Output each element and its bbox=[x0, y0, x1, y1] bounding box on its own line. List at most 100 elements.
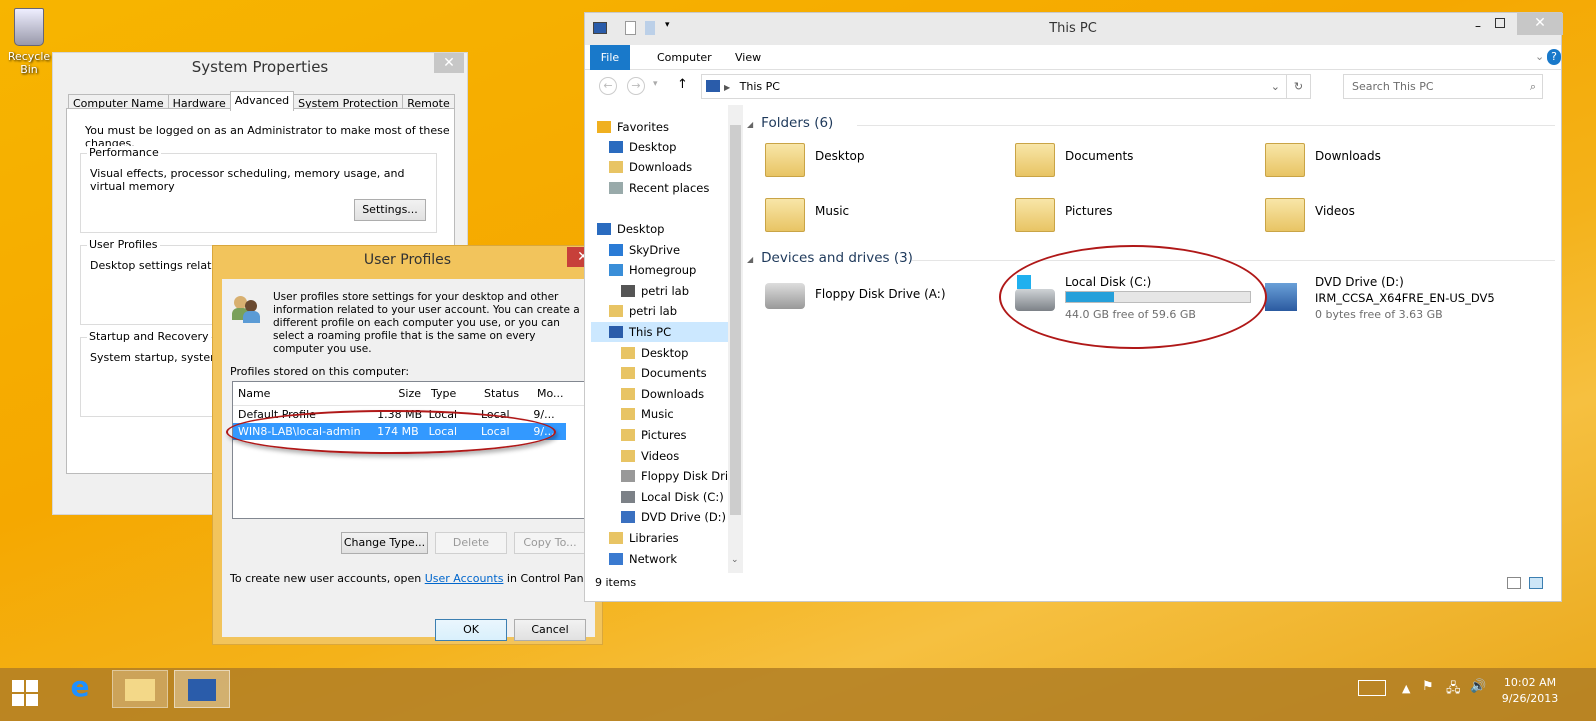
folder-pictures[interactable]: Pictures bbox=[1015, 194, 1255, 238]
tab-advanced[interactable]: Advanced bbox=[229, 91, 295, 111]
up-button[interactable]: ↑ bbox=[677, 77, 688, 92]
sidebar-item-favorites[interactable]: Favorites bbox=[597, 117, 669, 137]
sidebar-item-label: Desktop bbox=[629, 140, 677, 154]
homegroup-icon bbox=[609, 264, 623, 276]
drive-floppy[interactable]: Floppy Disk Drive (A:) bbox=[765, 275, 1005, 319]
nav-scrollbar[interactable]: ⌄ bbox=[728, 105, 743, 573]
address-dropdown-icon[interactable]: ⌄ bbox=[1271, 75, 1280, 98]
sidebar-item-desktop[interactable]: Desktop bbox=[609, 137, 676, 157]
close-button[interactable]: ✕ bbox=[1517, 13, 1563, 35]
back-button[interactable]: ← bbox=[599, 77, 617, 95]
tab-computer[interactable]: Computer bbox=[647, 45, 722, 70]
folder-downloads[interactable]: Downloads bbox=[1265, 139, 1505, 183]
large-icons-view-icon[interactable] bbox=[1529, 577, 1543, 589]
address-bar[interactable]: ▶ This PC ⌄ ↻ bbox=[701, 74, 1311, 99]
sidebar-item-documents[interactable]: Documents bbox=[621, 363, 707, 383]
sidebar-item-label: petri lab bbox=[629, 304, 678, 318]
clock[interactable]: 10:02 AM 9/26/2013 bbox=[1500, 676, 1560, 705]
window-title: This PC bbox=[1049, 21, 1097, 36]
scrollbar-thumb[interactable] bbox=[730, 125, 741, 515]
sidebar-item-desktop[interactable]: Desktop bbox=[597, 219, 664, 239]
star-icon bbox=[597, 121, 611, 133]
sidebar-item-local-disk-c-[interactable]: Local Disk (C:) bbox=[621, 487, 724, 507]
performance-settings-button[interactable]: Settings... bbox=[354, 199, 426, 221]
sidebar-item-skydrive[interactable]: SkyDrive bbox=[609, 240, 680, 260]
sidebar-item-pictures[interactable]: Pictures bbox=[621, 425, 687, 445]
sidebar-item-desktop[interactable]: Desktop bbox=[621, 343, 688, 363]
column-name[interactable]: Name bbox=[233, 382, 374, 405]
tab-file[interactable]: File bbox=[590, 45, 630, 70]
close-button[interactable]: ✕ bbox=[434, 53, 464, 73]
network-icon[interactable]: 🖧 bbox=[1446, 679, 1461, 701]
refresh-icon[interactable]: ↻ bbox=[1286, 75, 1310, 98]
delete-button[interactable]: Delete bbox=[435, 532, 507, 554]
drive-free-space: 0 bytes free of 3.63 GB bbox=[1315, 308, 1443, 321]
sidebar-item-floppy-disk-dri[interactable]: Floppy Disk Dri bbox=[621, 466, 728, 486]
file-explorer-taskbar-button[interactable] bbox=[112, 670, 168, 708]
sidebar-item-petri-lab[interactable]: petri lab bbox=[621, 281, 689, 301]
sidebar-item-label: SkyDrive bbox=[629, 243, 681, 257]
expand-ribbon-icon[interactable]: ⌄ bbox=[1535, 50, 1544, 63]
sidebar-item-music[interactable]: Music bbox=[621, 404, 674, 424]
sidebar-item-downloads[interactable]: Downloads bbox=[609, 157, 692, 177]
search-icon[interactable]: ⌕ bbox=[1530, 75, 1536, 98]
column-size[interactable]: Size bbox=[374, 382, 426, 405]
scroll-down-icon[interactable]: ⌄ bbox=[731, 555, 739, 565]
folder-icon bbox=[621, 367, 635, 379]
ok-button[interactable]: OK bbox=[435, 619, 507, 641]
sidebar-item-videos[interactable]: Videos bbox=[621, 446, 679, 466]
sidebar-item-homegroup[interactable]: Homegroup bbox=[609, 260, 696, 280]
drive-dvd-d[interactable]: DVD Drive (D:) IRM_CCSA_X64FRE_EN-US_DV5… bbox=[1265, 275, 1535, 321]
search-input[interactable]: Search This PC ⌕ bbox=[1343, 74, 1543, 99]
folder-name: Music bbox=[815, 204, 850, 218]
column-type[interactable]: Type bbox=[426, 382, 479, 405]
sidebar-item-dvd-drive-d-[interactable]: DVD Drive (D:) bbox=[621, 507, 726, 527]
drive-volume-label: IRM_CCSA_X64FRE_EN-US_DV5 bbox=[1315, 291, 1495, 305]
recent-locations-icon[interactable]: ▾ bbox=[653, 79, 658, 89]
internet-explorer-icon[interactable]: e bbox=[52, 670, 108, 708]
drive-name: DVD Drive (D:) bbox=[1315, 275, 1404, 289]
sidebar-item-label: Local Disk (C:) bbox=[641, 490, 724, 504]
copy-to-button[interactable]: Copy To... bbox=[514, 532, 586, 554]
sidebar-item-recent-places[interactable]: Recent places bbox=[609, 178, 709, 198]
users-icon bbox=[232, 294, 262, 324]
volume-icon[interactable]: 🔊 bbox=[1470, 679, 1486, 694]
cancel-button[interactable]: Cancel bbox=[514, 619, 586, 641]
folder-documents[interactable]: Documents bbox=[1015, 139, 1255, 183]
folders-section-header[interactable]: ◢ Folders (6) bbox=[747, 115, 1555, 131]
forward-button[interactable]: → bbox=[627, 77, 645, 95]
column-status[interactable]: Status bbox=[479, 382, 532, 405]
sidebar-item-label: petri lab bbox=[641, 284, 690, 298]
user-accounts-link[interactable]: User Accounts bbox=[425, 572, 504, 585]
show-hidden-icons[interactable]: ▲ bbox=[1402, 682, 1410, 695]
sidebar-item-downloads[interactable]: Downloads bbox=[621, 384, 704, 404]
action-center-flag-icon[interactable]: ⚑ bbox=[1422, 679, 1434, 694]
recycle-bin[interactable]: Recycle Bin bbox=[6, 8, 52, 76]
start-button[interactable] bbox=[12, 680, 38, 706]
folder-desktop[interactable]: Desktop bbox=[765, 139, 1005, 183]
footer-prefix: To create new user accounts, open bbox=[230, 572, 425, 585]
column-modified[interactable]: Mo... bbox=[532, 382, 570, 405]
system-properties-taskbar-button[interactable] bbox=[174, 670, 230, 708]
pc-icon bbox=[609, 326, 623, 338]
details-view-icon[interactable] bbox=[1507, 577, 1521, 589]
sidebar-item-network[interactable]: Network bbox=[609, 549, 677, 569]
sidebar-item-libraries[interactable]: Libraries bbox=[609, 528, 679, 548]
touch-keyboard-icon[interactable] bbox=[1358, 680, 1386, 696]
disk-icon bbox=[621, 491, 635, 503]
performance-group: Performance Visual effects, processor sc… bbox=[80, 146, 437, 233]
dvd-icon bbox=[621, 511, 635, 523]
taskbar: e ▲ ⚑ 🖧 🔊 10:02 AM 9/26/2013 bbox=[0, 668, 1596, 721]
user-profiles-label: User Profiles bbox=[87, 238, 160, 251]
change-type-button[interactable]: Change Type... bbox=[341, 532, 428, 554]
sidebar-item-this-pc[interactable]: This PC bbox=[591, 322, 734, 342]
sidebar-item-petri-lab[interactable]: petri lab bbox=[609, 301, 677, 321]
folder-icon bbox=[621, 388, 635, 400]
tab-view[interactable]: View bbox=[725, 45, 771, 70]
folder-videos[interactable]: Videos bbox=[1265, 194, 1505, 238]
minimize-button[interactable]: – bbox=[1475, 19, 1481, 33]
maximize-button[interactable] bbox=[1495, 18, 1505, 28]
folder-icon bbox=[609, 161, 623, 173]
help-icon[interactable]: ? bbox=[1547, 49, 1561, 65]
folder-music[interactable]: Music bbox=[765, 194, 1005, 238]
